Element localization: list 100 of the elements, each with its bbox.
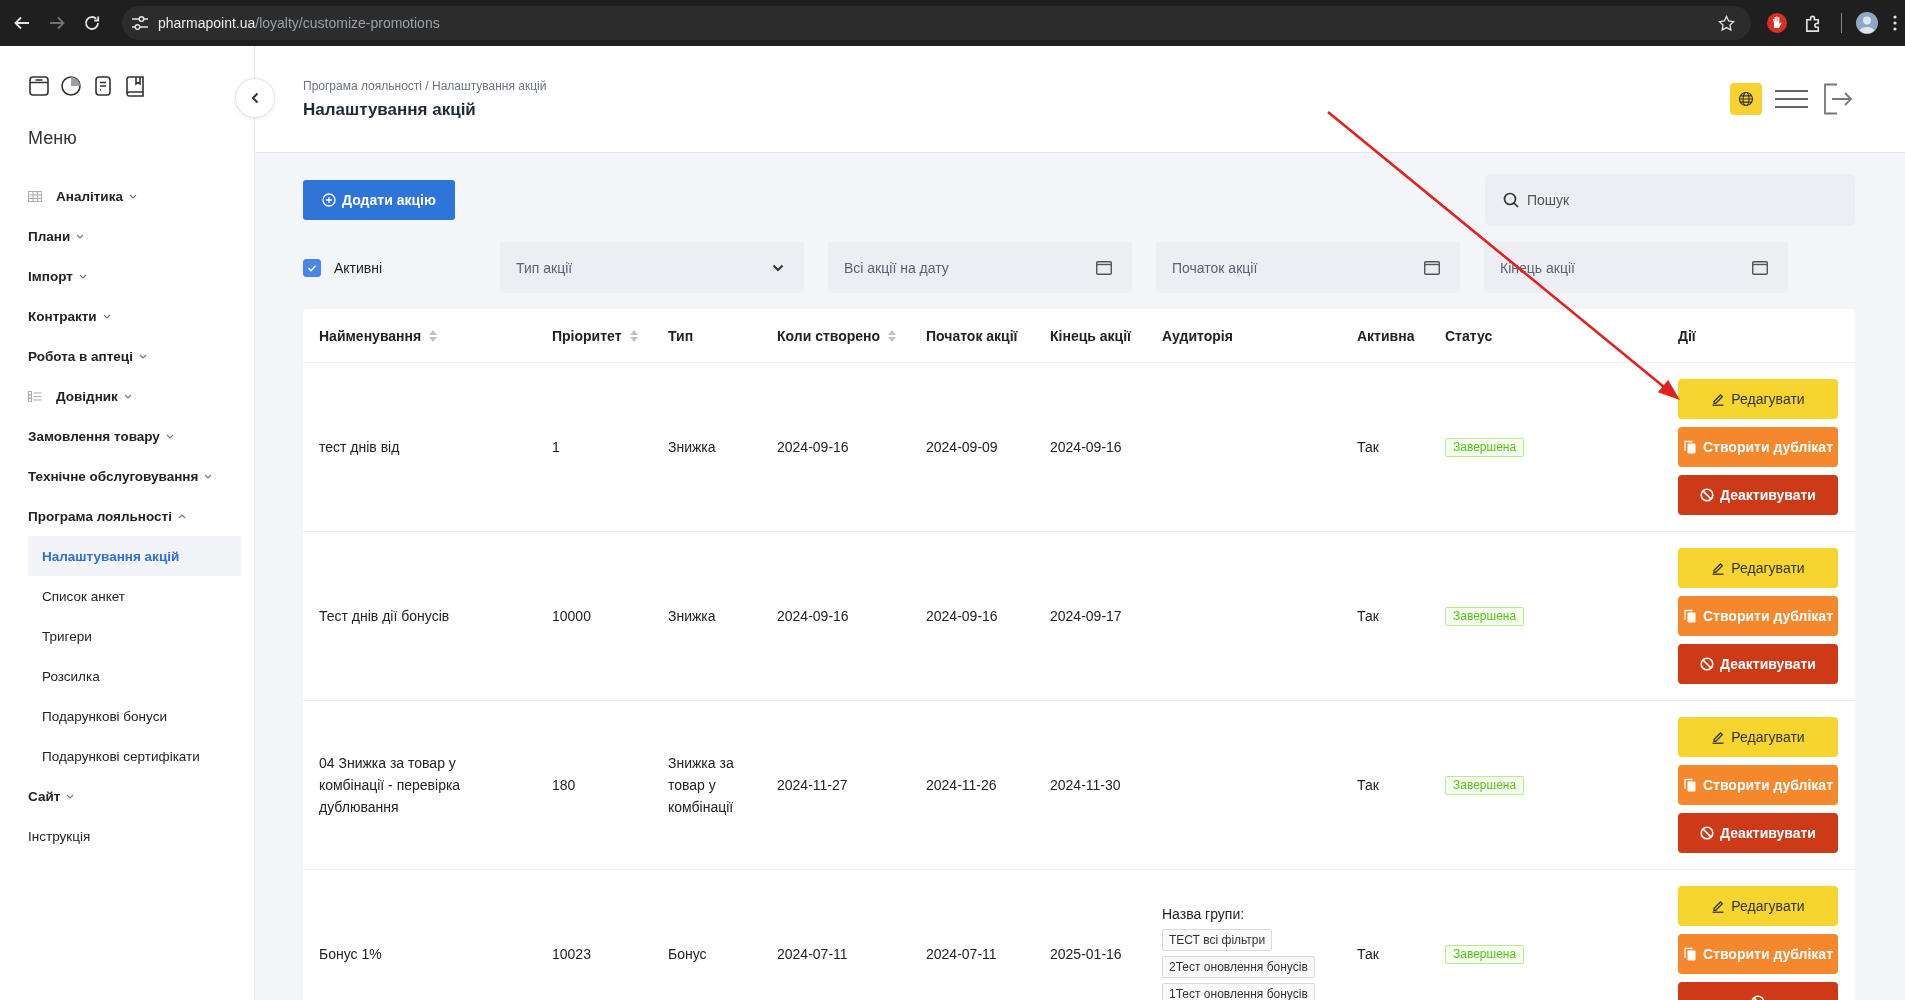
checkbox[interactable] (303, 258, 321, 277)
table-cell-text: 1 (552, 438, 560, 457)
edit-button[interactable]: Редагувати (1678, 886, 1838, 926)
table-cell-text: Знижка за товар у комбінації (668, 754, 735, 817)
audience-tag: 1Тест оновлення бонусів (1162, 982, 1315, 1000)
chevron-left-icon (251, 92, 259, 104)
table-cell-text: 10000 (552, 607, 591, 626)
menu-item[interactable]: Робота в аптеці (28, 336, 147, 376)
table-cell-text: Знижка (668, 607, 716, 626)
calendar-icon (1096, 260, 1112, 275)
table-cell-text: Знижка (668, 438, 716, 457)
table-cell-text: Так (1357, 776, 1379, 795)
table-grid-icon (28, 190, 42, 202)
column-header: Дії (1678, 327, 1696, 344)
hand-icon[interactable] (1767, 13, 1787, 33)
menu-item[interactable]: Довідник (28, 376, 132, 416)
table-cell-text: Так (1357, 607, 1379, 626)
copy-icon (1683, 778, 1697, 792)
document-icon[interactable] (92, 75, 114, 97)
table-cell-text: 2024-09-17 (1050, 607, 1122, 626)
submenu-item[interactable]: Розсилка (28, 656, 114, 696)
submenu-item[interactable]: Список анкет (28, 576, 139, 616)
pencil-icon (1711, 730, 1726, 744)
menu-item[interactable]: Контракти (28, 296, 111, 336)
menu-item[interactable]: Плани (28, 216, 85, 256)
submenu-item[interactable]: Тригери (28, 616, 106, 656)
copy-icon (1683, 609, 1697, 623)
audience-tag: ТЕСТ всі фільтри (1162, 928, 1273, 951)
date-field[interactable]: Всі акції на дату (828, 242, 1132, 293)
edit-button[interactable]: Редагувати (1678, 548, 1838, 588)
avatar-icon[interactable] (1856, 12, 1878, 34)
ban-icon (1700, 488, 1715, 502)
table-cell-text: 2024-09-16 (926, 607, 998, 626)
column-header: Активна (1357, 327, 1415, 344)
table-cell-text: 180 (552, 776, 576, 795)
sort-icon (429, 329, 438, 342)
table-cell-text: Бонус (668, 945, 707, 964)
calendar-icon (1424, 260, 1440, 275)
search-icon (1503, 192, 1519, 208)
audience-label: Назва групи: (1162, 904, 1245, 924)
promotion-type-select[interactable]: Тип акції (500, 242, 804, 293)
table-cell-text: Тест днів дії бонусів (319, 607, 450, 626)
archive-box-icon[interactable] (28, 75, 50, 97)
sort-icon (888, 329, 897, 342)
column-header: Аудиторія (1162, 327, 1233, 344)
status-badge: Завершена (1445, 775, 1525, 795)
deactivate-button[interactable]: Деактивувати (1678, 644, 1838, 684)
address-bar[interactable]: pharmapoint.ua/loyalty/customize-promotions (122, 6, 1751, 40)
menu-item[interactable]: Імпорт (28, 256, 87, 296)
add-promotion-button[interactable]: Додати акцію (303, 180, 455, 220)
submenu-item[interactable]: Подарункові сертифікати (28, 736, 214, 776)
pencil-icon (1711, 899, 1726, 913)
column-header[interactable]: Коли створено (777, 327, 897, 344)
table-cell-text: 2024-07-11 (926, 945, 997, 964)
menu-item[interactable]: Технічне обслуговування (28, 456, 213, 496)
date-field[interactable]: Початок акції (1156, 242, 1460, 293)
column-header[interactable]: Найменування (319, 327, 438, 344)
column-header[interactable]: Пріоритет (552, 327, 638, 344)
list-icon (28, 390, 42, 402)
pie-chart-icon[interactable] (60, 75, 82, 97)
edit-button[interactable]: Редагувати (1678, 717, 1838, 757)
reload-icon[interactable] (84, 15, 100, 31)
table-cell-text: Так (1357, 438, 1379, 457)
table-cell-text: 2024-09-16 (777, 438, 849, 457)
edit-button[interactable]: Редагувати (1678, 379, 1838, 419)
deactivate-button[interactable]: Деактивувати (1678, 813, 1838, 853)
table-cell-text: 2025-01-16 (1050, 945, 1122, 964)
deactivate-button[interactable]: Деактивувати (1678, 475, 1838, 515)
back-arrow-icon[interactable] (14, 15, 30, 31)
table-cell-text: 2024-09-16 (777, 607, 849, 626)
table-cell-text: 2024-11-27 (777, 776, 848, 795)
submenu-item[interactable]: Налаштування акцій (28, 536, 241, 576)
table-cell-text: Так (1357, 945, 1379, 964)
submenu-item[interactable]: Подарункові бонуси (28, 696, 181, 736)
logout-icon[interactable] (1823, 83, 1853, 115)
search-field[interactable]: Пошук (1485, 174, 1855, 226)
column-header: Кінець акції (1050, 327, 1131, 344)
chevron-down-icon (772, 263, 784, 272)
ban-icon (1700, 657, 1715, 671)
menu-item[interactable]: Інструкція (28, 816, 91, 856)
column-header: Тип (668, 327, 694, 344)
audience-tag: 2Тест оновлення бонусів (1162, 955, 1315, 978)
table-cell-text: 2024-09-16 (1050, 438, 1122, 457)
table-cell-text: 2024-11-30 (1050, 776, 1121, 795)
menu-item[interactable]: Сайт (28, 776, 75, 816)
checkbox-label: Активні (334, 259, 383, 276)
menu-icon[interactable] (1775, 89, 1808, 109)
book-icon[interactable] (124, 75, 146, 97)
menu-item[interactable]: Аналітика (28, 176, 137, 216)
site-settings-icon[interactable] (131, 14, 149, 32)
pencil-icon (1711, 561, 1726, 575)
copy-icon (1683, 440, 1697, 454)
table-cell-text: Бонус 1% (319, 945, 382, 964)
bookmark-star-icon[interactable] (1718, 14, 1735, 32)
menu-item[interactable]: Замовлення товару (28, 416, 174, 456)
globe-icon[interactable] (1730, 83, 1762, 115)
menu-item[interactable]: Програма лояльності (28, 496, 186, 536)
table-cell-text: 04 Знижка за товар у комбінації - перевірка дублювання (319, 754, 462, 817)
more-menu-icon[interactable] (1893, 15, 1897, 31)
ban-icon (1700, 826, 1715, 840)
